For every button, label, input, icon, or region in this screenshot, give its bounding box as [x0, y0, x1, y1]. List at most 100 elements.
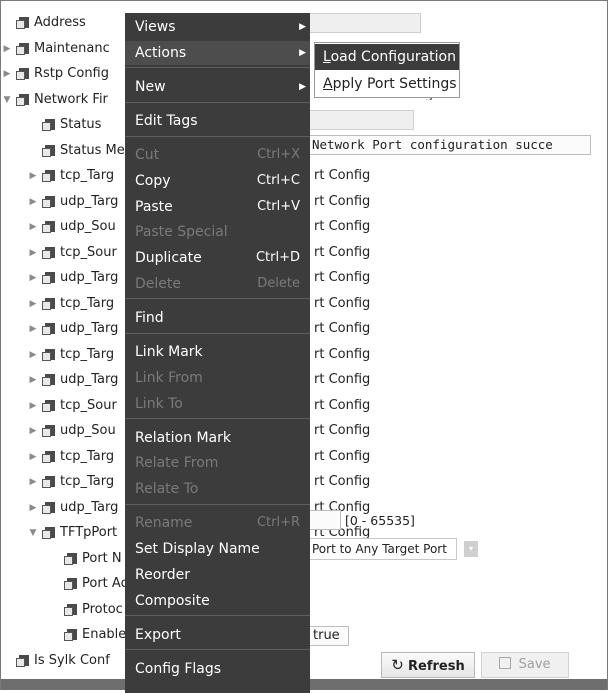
address-field[interactable] [309, 13, 421, 33]
menu-item-paste[interactable]: Paste Ctrl+V [125, 195, 310, 219]
tree-row-label: tcp_Targ [60, 296, 115, 311]
tree-row-label: udp_Sou [60, 219, 116, 234]
menu-item-label: New [135, 79, 166, 95]
menu-item-actions[interactable]: Actions ▶ [125, 41, 310, 65]
triangle-right-icon[interactable]: ▶ [28, 394, 38, 418]
triangle-right-icon[interactable]: ▶ [28, 241, 38, 265]
context-menu: Views ▶ Actions ▶ New ▶ Edit Tags Cut Ctrl+X Copy… [125, 13, 310, 693]
component-icon [42, 425, 56, 437]
tree-row-label: Status Me [60, 143, 125, 158]
menu-item-link-mark[interactable]: Link Mark [125, 340, 310, 364]
port-number-field[interactable] [309, 510, 341, 530]
component-icon [42, 119, 56, 131]
tree-row-label: tcp_Targ [60, 449, 115, 464]
port-config-value: rt Config [314, 245, 371, 260]
triangle-right-icon[interactable]: ▶ [28, 368, 38, 392]
menu-item-label: Actions [135, 45, 187, 61]
shortcut-label: Ctrl+D [255, 250, 300, 265]
component-icon [42, 272, 56, 284]
triangle-right-icon[interactable]: ▶ [28, 164, 38, 188]
menu-separator [125, 298, 310, 299]
component-icon [16, 94, 30, 106]
triangle-right-icon[interactable]: ▶ [28, 419, 38, 443]
menu-item-link-to[interactable]: Link To [125, 392, 310, 416]
sylk-value-field[interactable]: true [309, 626, 349, 646]
triangle-right-icon[interactable]: ▶ [28, 470, 38, 494]
submenu-arrow-icon: ▶ [299, 48, 306, 58]
shortcut-label: Ctrl+X [257, 147, 300, 162]
triangle-down-icon[interactable]: ▼ [28, 521, 38, 545]
triangle-right-icon[interactable]: ▶ [2, 37, 12, 61]
menu-item-duplicate[interactable]: Duplicate Ctrl+D [125, 246, 310, 270]
component-icon [42, 400, 56, 412]
component-icon [42, 170, 56, 182]
shortcut-label: Delete [257, 276, 300, 291]
menu-item-new[interactable]: New ▶ [125, 75, 310, 99]
component-icon [64, 578, 78, 590]
port-config-value: rt Config [314, 423, 371, 438]
menu-item-copy[interactable]: Copy Ctrl+C [125, 169, 310, 193]
tree-row-label: Maintenanc [34, 41, 110, 56]
port-config-value: rt Config [314, 270, 371, 285]
menu-item-delete[interactable]: Delete Delete [125, 272, 310, 296]
triangle-down-icon[interactable]: ▼ [2, 88, 12, 112]
menu-item-set-display-name[interactable]: Set Display Name [125, 537, 310, 561]
menu-item-label: Edit Tags [135, 113, 198, 129]
save-button[interactable]: Save [481, 652, 569, 678]
tree-row-label: Protoc [82, 602, 123, 617]
port-config-value: rt Config [314, 321, 371, 336]
port-config-value: rt Config [314, 372, 371, 387]
menu-item-paste-special[interactable]: Paste Special [125, 220, 310, 244]
shortcut-label: Ctrl+C [256, 173, 300, 188]
tree-row-label: Port Ac [82, 576, 128, 591]
triangle-right-icon[interactable]: ▶ [28, 215, 38, 239]
menu-item-label: Delete [135, 276, 181, 292]
triangle-right-icon[interactable]: ▶ [28, 496, 38, 520]
load-configuration-item[interactable]: Load Configuration [315, 44, 459, 70]
port-config-value: rt Config [314, 194, 371, 209]
menu-item-relate-from[interactable]: Relate From [125, 451, 310, 475]
menu-item-label: Rename [135, 515, 193, 531]
component-icon [16, 655, 30, 667]
tree-row-label: tcp_Targ [60, 347, 115, 362]
menu-item-link-from[interactable]: Link From [125, 366, 310, 390]
menu-item-label: Reorder [135, 567, 191, 583]
menu-item-relate-to[interactable]: Relate To [125, 477, 310, 501]
component-icon [42, 527, 56, 539]
menu-item-label: Link From [135, 370, 203, 386]
menu-item-edit-tags[interactable]: Edit Tags [125, 109, 310, 133]
menu-item-relation-mark[interactable]: Relation Mark [125, 426, 310, 450]
refresh-button[interactable]: ↻ Refresh [381, 652, 475, 678]
triangle-right-icon[interactable]: ▶ [28, 292, 38, 316]
menu-item-rename[interactable]: Rename Ctrl+R [125, 511, 310, 535]
shortcut-label: Ctrl+R [256, 515, 300, 530]
menu-item-composite[interactable]: Composite [125, 589, 310, 613]
menu-item-label: Link To [135, 396, 183, 412]
component-icon [42, 502, 56, 514]
submenu-arrow-icon: ▶ [299, 22, 306, 32]
triangle-right-icon[interactable]: ▶ [28, 266, 38, 290]
tree-row-label: udp_Targ [60, 321, 119, 336]
chevron-down-icon[interactable]: ▾ [464, 541, 478, 557]
tree-row-label: tcp_Targ [60, 168, 115, 183]
apply-port-settings-item[interactable]: Apply Port Settings [315, 71, 459, 97]
menu-item-label: Copy [135, 173, 171, 189]
component-icon [42, 476, 56, 488]
menu-item-reorder[interactable]: Reorder [125, 563, 310, 587]
triangle-right-icon[interactable]: ▶ [2, 62, 12, 86]
menu-item-cut[interactable]: Cut Ctrl+X [125, 143, 310, 167]
menu-item-config-flags[interactable]: Config Flags [125, 657, 310, 681]
component-icon [42, 196, 56, 208]
menu-item-views[interactable]: Views ▶ [125, 15, 310, 39]
menu-separator [125, 333, 310, 334]
component-icon [16, 43, 30, 55]
triangle-right-icon[interactable]: ▶ [28, 343, 38, 367]
menu-separator [125, 102, 310, 103]
tree-row-label: Port N [82, 551, 122, 566]
menu-item-export[interactable]: Export [125, 623, 310, 647]
port-action-dropdown[interactable]: Port to Any Target Port ▾ [309, 538, 478, 560]
menu-item-find[interactable]: Find [125, 306, 310, 330]
triangle-right-icon[interactable]: ▶ [28, 317, 38, 341]
triangle-right-icon[interactable]: ▶ [28, 190, 38, 214]
triangle-right-icon[interactable]: ▶ [28, 445, 38, 469]
